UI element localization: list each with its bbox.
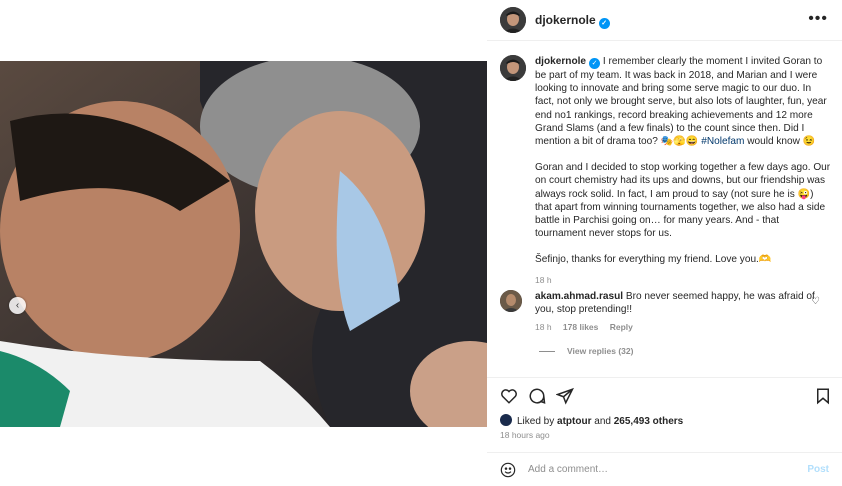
like-heart-icon[interactable] — [500, 387, 518, 405]
comment-bubble-icon[interactable] — [528, 387, 546, 405]
post-comment-button[interactable]: Post — [807, 464, 829, 475]
liker-username[interactable]: atptour — [557, 416, 591, 427]
caption-body: djokernole ✓ I remember clearly the momen… — [535, 55, 832, 287]
caption-avatar[interactable] — [500, 55, 526, 81]
post-photo — [0, 61, 487, 427]
view-replies-button[interactable]: View replies (32) — [539, 346, 633, 356]
reply-button[interactable]: Reply — [610, 322, 633, 332]
comment-like-heart-icon[interactable]: ♡ — [811, 296, 820, 307]
post-image[interactable]: ‹ — [0, 61, 487, 427]
caption-time: 18 h — [535, 274, 552, 285]
caption-paragraph-3: Šefinjo, thanks for everything my friend… — [535, 254, 772, 266]
view-replies-line — [539, 351, 555, 353]
comment-likes[interactable]: 178 likes — [563, 322, 598, 332]
likes-and: and — [591, 416, 614, 427]
avatar-photo — [500, 55, 526, 81]
more-options-icon[interactable]: ••• — [808, 11, 828, 27]
previous-image-button[interactable]: ‹ — [9, 297, 26, 314]
add-comment-input[interactable]: Add a comment… — [528, 464, 608, 475]
commenter-avatar[interactable] — [500, 290, 522, 312]
likes-summary: Liked by atptour and 265,493 others — [500, 414, 683, 427]
bookmark-icon[interactable] — [814, 387, 832, 405]
caption-text-1: I remember clearly the moment I invited … — [535, 56, 830, 148]
caption-text-1-end: would know 😉 — [744, 136, 816, 148]
smiley-face-icon[interactable] — [500, 462, 516, 478]
avatar-photo — [500, 7, 526, 33]
likes-prefix: Liked by — [517, 416, 558, 427]
commenter-username[interactable]: akam.ahmad.rasul — [535, 291, 623, 302]
comment-body: akam.ahmad.rasul Bro never seemed happy,… — [535, 290, 815, 316]
author-username[interactable]: djokernole ✓ — [535, 13, 610, 29]
avatar-photo — [500, 290, 522, 312]
caption-username[interactable]: djokernole — [535, 56, 586, 67]
chevron-left-icon: ‹ — [15, 300, 20, 311]
action-bar — [487, 377, 842, 412]
liker-avatar — [500, 414, 512, 426]
comment-meta: 18 h 178 likes Reply — [535, 322, 642, 332]
post-header: djokernole ✓ ••• — [487, 0, 842, 41]
comment-time: 18 h — [535, 322, 552, 332]
add-comment-bar: Add a comment… Post — [487, 452, 842, 486]
view-replies-label[interactable]: View replies (32) — [567, 346, 633, 356]
caption-paragraph-1: djokernole ✓ I remember clearly the momen… — [535, 55, 832, 148]
author-username-text[interactable]: djokernole — [535, 13, 596, 27]
hashtag-link[interactable]: #Nolefam — [701, 136, 744, 147]
caption-paragraph-2: Goran and I decided to stop working toge… — [535, 162, 833, 240]
post-timestamp[interactable]: 18 hours ago — [500, 430, 550, 440]
author-avatar[interactable] — [500, 7, 526, 33]
likes-count[interactable]: 265,493 others — [614, 416, 684, 427]
post-sidebar: djokernole ✓ ••• djokernole ✓ I remember c… — [487, 0, 842, 485]
verified-badge-icon: ✓ — [589, 58, 601, 69]
verified-badge-icon: ✓ — [598, 18, 610, 29]
share-paper-plane-icon[interactable] — [556, 387, 574, 405]
